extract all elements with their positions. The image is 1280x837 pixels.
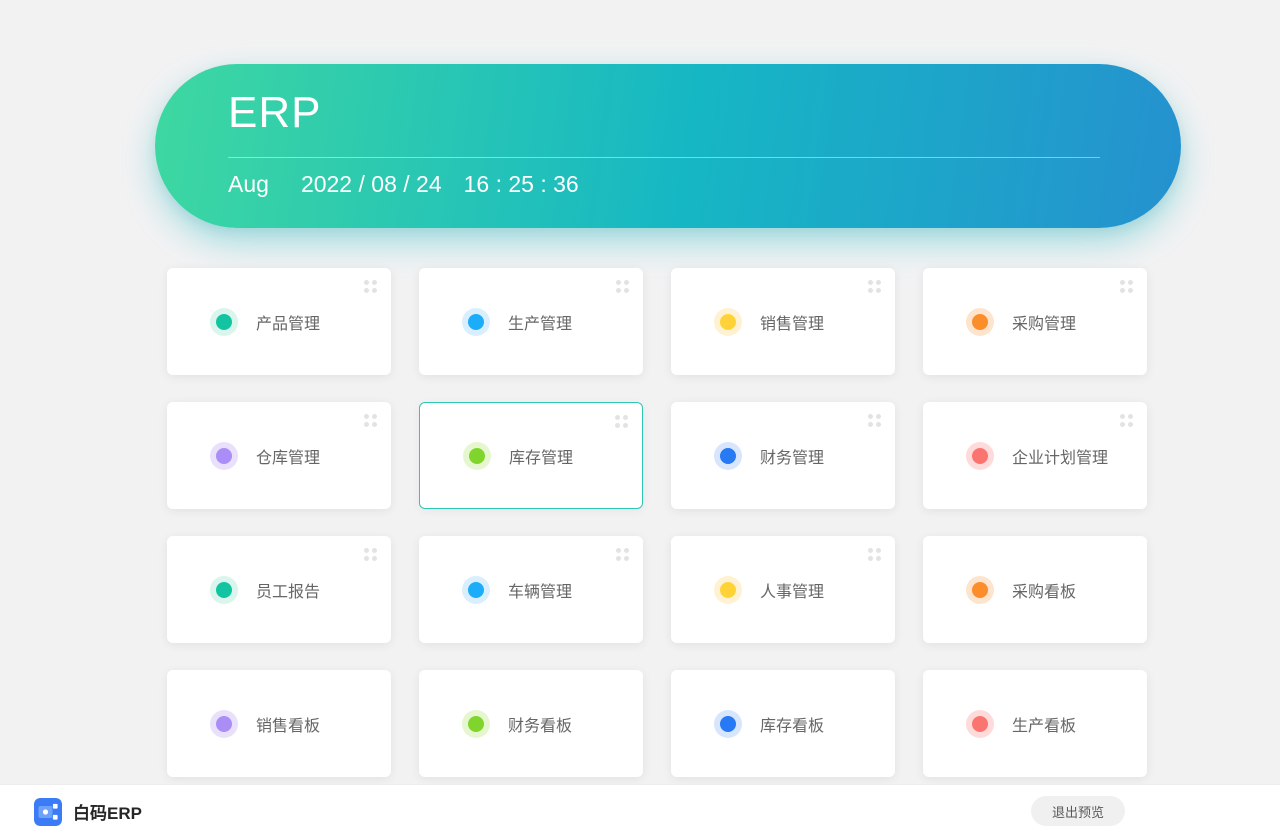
module-dot-halo (714, 710, 742, 738)
module-color-dot-icon (468, 716, 484, 732)
module-color-dot-icon (216, 448, 232, 464)
module-card[interactable]: 生产看板 (923, 670, 1147, 777)
module-color-dot-icon (216, 582, 232, 598)
module-label: 生产看板 (1012, 712, 1076, 736)
module-dot-halo (210, 576, 238, 604)
banner-divider (228, 157, 1100, 158)
module-color-dot-icon (972, 716, 988, 732)
banner-date: 2022 / 08 / 24 (301, 171, 442, 198)
module-label: 采购管理 (1012, 310, 1076, 334)
module-dot-halo (714, 442, 742, 470)
module-color-dot-icon (972, 314, 988, 330)
drag-handle-icon[interactable] (616, 280, 629, 293)
drag-handle-icon[interactable] (868, 548, 881, 561)
module-card[interactable]: 人事管理 (671, 536, 895, 643)
drag-handle-icon[interactable] (364, 414, 377, 427)
module-card[interactable]: 库存看板 (671, 670, 895, 777)
module-color-dot-icon (469, 448, 485, 464)
module-color-dot-icon (720, 716, 736, 732)
module-dot-halo (966, 308, 994, 336)
module-dot-halo (966, 710, 994, 738)
drag-handle-icon[interactable] (364, 548, 377, 561)
module-card[interactable]: 销售看板 (167, 670, 391, 777)
module-label: 产品管理 (256, 310, 320, 334)
drag-handle-icon[interactable] (1120, 280, 1133, 293)
module-label: 采购看板 (1012, 578, 1076, 602)
drag-handle-icon[interactable] (868, 414, 881, 427)
footer-bar: 白码ERP 退出预览 (0, 784, 1280, 837)
module-label: 车辆管理 (508, 578, 572, 602)
banner-month: Aug (228, 171, 269, 198)
page: ERP Aug 2022 / 08 / 24 16 : 25 : 36 产品管理… (0, 0, 1280, 837)
module-label: 企业计划管理 (1012, 444, 1108, 468)
module-color-dot-icon (216, 314, 232, 330)
module-label: 财务看板 (508, 712, 572, 736)
module-color-dot-icon (468, 582, 484, 598)
brand-logo-icon (34, 798, 62, 826)
module-card[interactable]: 库存管理 (419, 402, 643, 509)
module-label: 销售管理 (760, 310, 824, 334)
module-color-dot-icon (720, 314, 736, 330)
banner: ERP Aug 2022 / 08 / 24 16 : 25 : 36 (155, 64, 1181, 228)
module-dot-halo (210, 710, 238, 738)
module-color-dot-icon (972, 448, 988, 464)
module-dot-halo (966, 442, 994, 470)
module-label: 库存管理 (509, 444, 573, 468)
module-card[interactable]: 财务看板 (419, 670, 643, 777)
brand: 白码ERP (34, 785, 142, 837)
module-label: 生产管理 (508, 310, 572, 334)
module-grid: 产品管理 生产管理 销售管理 采购管理 (167, 268, 1147, 777)
module-card[interactable]: 采购看板 (923, 536, 1147, 643)
drag-handle-icon[interactable] (616, 548, 629, 561)
module-card[interactable]: 企业计划管理 (923, 402, 1147, 509)
module-color-dot-icon (720, 448, 736, 464)
module-card[interactable]: 财务管理 (671, 402, 895, 509)
banner-time: 16 : 25 : 36 (464, 171, 579, 198)
module-dot-halo (714, 308, 742, 336)
drag-handle-icon[interactable] (364, 280, 377, 293)
module-dot-halo (462, 710, 490, 738)
module-dot-halo (966, 576, 994, 604)
module-label: 员工报告 (256, 578, 320, 602)
drag-handle-icon[interactable] (615, 415, 628, 428)
exit-preview-button[interactable]: 退出预览 (1031, 796, 1125, 826)
module-color-dot-icon (468, 314, 484, 330)
module-label: 财务管理 (760, 444, 824, 468)
module-dot-halo (714, 576, 742, 604)
module-dot-halo (462, 308, 490, 336)
module-label: 销售看板 (256, 712, 320, 736)
module-label: 人事管理 (760, 578, 824, 602)
module-dot-halo (210, 442, 238, 470)
module-dot-halo (463, 442, 491, 470)
module-card[interactable]: 员工报告 (167, 536, 391, 643)
module-label: 仓库管理 (256, 444, 320, 468)
module-label: 库存看板 (760, 712, 824, 736)
module-card[interactable]: 采购管理 (923, 268, 1147, 375)
page-title: ERP (228, 88, 1181, 139)
banner-content: ERP Aug 2022 / 08 / 24 16 : 25 : 36 (155, 64, 1181, 198)
module-card[interactable]: 车辆管理 (419, 536, 643, 643)
module-dot-halo (462, 576, 490, 604)
drag-handle-icon[interactable] (868, 280, 881, 293)
module-card[interactable]: 仓库管理 (167, 402, 391, 509)
module-color-dot-icon (972, 582, 988, 598)
module-color-dot-icon (720, 582, 736, 598)
drag-handle-icon[interactable] (1120, 414, 1133, 427)
module-card[interactable]: 产品管理 (167, 268, 391, 375)
banner-datetime: Aug 2022 / 08 / 24 16 : 25 : 36 (228, 171, 1181, 198)
module-dot-halo (210, 308, 238, 336)
module-card[interactable]: 生产管理 (419, 268, 643, 375)
module-color-dot-icon (216, 716, 232, 732)
brand-name: 白码ERP (73, 799, 142, 824)
module-card[interactable]: 销售管理 (671, 268, 895, 375)
